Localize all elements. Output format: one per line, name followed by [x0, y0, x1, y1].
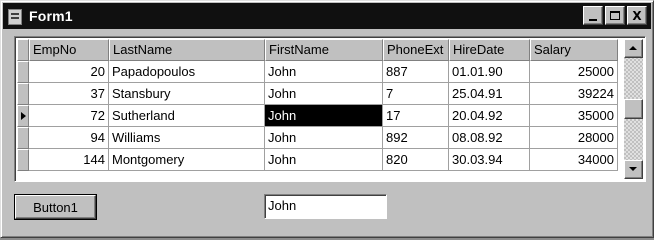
cell-firstname[interactable]: John — [265, 61, 383, 83]
table-row[interactable]: 94 Williams John 892 08.08.92 28000 — [29, 127, 618, 149]
row-indicator[interactable] — [17, 127, 29, 149]
scroll-up-button[interactable] — [624, 39, 643, 58]
grid-corner — [17, 39, 29, 61]
cell-hiredate[interactable]: 20.04.92 — [449, 105, 530, 127]
cell-lastname[interactable]: Papadopoulos — [109, 61, 265, 83]
cell-firstname-selected[interactable]: John — [265, 105, 383, 127]
window-controls: X — [581, 6, 647, 25]
cell-firstname[interactable]: John — [265, 83, 383, 105]
cell-salary[interactable]: 35000 — [530, 105, 618, 127]
grid-header: EmpNo LastName FirstName PhoneExt HireDa… — [17, 39, 618, 61]
cell-firstname[interactable]: John — [265, 149, 383, 171]
current-row-arrow-icon — [21, 112, 26, 120]
column-header-hiredate[interactable]: HireDate — [449, 39, 530, 61]
close-button[interactable]: X — [627, 6, 647, 25]
maximize-icon — [610, 11, 620, 20]
cell-empno[interactable]: 72 — [29, 105, 109, 127]
column-header-empno[interactable]: EmpNo — [29, 39, 109, 61]
cell-salary[interactable]: 25000 — [530, 61, 618, 83]
cell-phoneext[interactable]: 887 — [383, 61, 449, 83]
arrow-down-icon — [629, 167, 637, 171]
scroll-down-button[interactable] — [624, 160, 643, 179]
cell-salary[interactable]: 39224 — [530, 83, 618, 105]
cell-hiredate[interactable]: 25.04.91 — [449, 83, 530, 105]
app-icon[interactable] — [7, 7, 23, 25]
vertical-scrollbar[interactable] — [624, 39, 643, 179]
maximize-button[interactable] — [605, 6, 625, 25]
cell-phoneext[interactable]: 892 — [383, 127, 449, 149]
window-title: Form1 — [29, 8, 73, 24]
db-grid[interactable]: EmpNo LastName FirstName PhoneExt HireDa… — [14, 36, 646, 182]
cell-lastname[interactable]: Sutherland — [109, 105, 265, 127]
cell-empno[interactable]: 37 — [29, 83, 109, 105]
close-icon: X — [632, 8, 642, 23]
table-row-current[interactable]: 72 Sutherland John 17 20.04.92 35000 — [29, 105, 618, 127]
row-indicator[interactable] — [17, 61, 29, 83]
title-bar[interactable]: Form1 X — [3, 3, 651, 29]
cell-phoneext[interactable]: 7 — [383, 83, 449, 105]
cell-hiredate[interactable]: 08.08.92 — [449, 127, 530, 149]
minimize-icon — [589, 18, 597, 21]
table-row[interactable]: 144 Montgomery John 820 30.03.94 34000 — [29, 149, 618, 171]
cell-hiredate[interactable]: 01.01.90 — [449, 61, 530, 83]
cell-salary[interactable]: 34000 — [530, 149, 618, 171]
cell-hiredate[interactable]: 30.03.94 — [449, 149, 530, 171]
table-row[interactable]: 20 Papadopoulos John 887 01.01.90 25000 — [29, 61, 618, 83]
column-header-salary[interactable]: Salary — [530, 39, 618, 61]
cell-phoneext[interactable]: 17 — [383, 105, 449, 127]
cell-salary[interactable]: 28000 — [530, 127, 618, 149]
minimize-button[interactable] — [583, 6, 603, 25]
arrow-up-icon — [629, 46, 637, 50]
scroll-thumb[interactable] — [624, 99, 643, 119]
button1[interactable]: Button1 — [15, 195, 96, 219]
row-indicator-current[interactable] — [17, 105, 29, 127]
cell-lastname[interactable]: Montgomery — [109, 149, 265, 171]
row-indicator[interactable] — [17, 83, 29, 105]
cell-firstname[interactable]: John — [265, 127, 383, 149]
cell-lastname[interactable]: Williams — [109, 127, 265, 149]
cell-empno[interactable]: 94 — [29, 127, 109, 149]
grid-rows: 20 Papadopoulos John 887 01.01.90 25000 … — [29, 61, 618, 171]
cell-lastname[interactable]: Stansbury — [109, 83, 265, 105]
row-indicator[interactable] — [17, 149, 29, 171]
column-header-lastname[interactable]: LastName — [109, 39, 265, 61]
column-header-phoneext[interactable]: PhoneExt — [383, 39, 449, 61]
cell-empno[interactable]: 144 — [29, 149, 109, 171]
row-indicator-column — [17, 61, 29, 171]
table-row[interactable]: 37 Stansbury John 7 25.04.91 39224 — [29, 83, 618, 105]
form-window: Form1 X EmpNo LastName FirstName PhoneEx… — [0, 0, 654, 238]
edit1-field[interactable]: John — [264, 194, 387, 219]
column-header-firstname[interactable]: FirstName — [265, 39, 383, 61]
cell-phoneext[interactable]: 820 — [383, 149, 449, 171]
cell-empno[interactable]: 20 — [29, 61, 109, 83]
